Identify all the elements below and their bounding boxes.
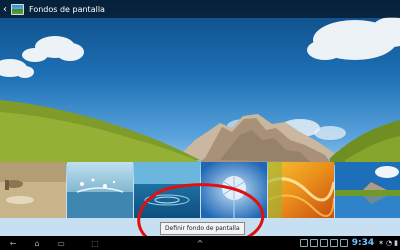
settings-icon: [319, 239, 328, 247]
action-bar-title: Fondos de pantalla: [29, 4, 105, 14]
up-arrow-icon[interactable]: ^: [193, 238, 207, 248]
thumb-water-ripple[interactable]: [134, 162, 200, 218]
mail-icon: [329, 239, 338, 247]
wallpaper-app-icon[interactable]: [11, 3, 24, 15]
home-icon[interactable]: ⌂: [30, 238, 44, 248]
action-bar: ‹ Fondos de pantalla: [0, 0, 400, 18]
download-icon: [339, 239, 348, 247]
recent-apps-icon[interactable]: ▭: [54, 238, 68, 248]
thumb-orange-abstract[interactable]: [268, 162, 334, 218]
set-wallpaper-tooltip[interactable]: Definir fondo de pantalla: [160, 222, 245, 235]
back-icon[interactable]: ←: [6, 238, 20, 248]
gallery-icon: [309, 239, 318, 247]
screenshot-icon[interactable]: ⬚: [88, 238, 102, 248]
system-bar: ← ⌂ ▭ ⬚ ^ 9:34 ✶ ◔ ▮: [0, 236, 400, 250]
status-area[interactable]: 9:34 ✶ ◔ ▮: [299, 236, 398, 250]
notification-icon: [299, 239, 308, 247]
wallpaper-thumbnail-strip[interactable]: [0, 162, 400, 218]
bluetooth-icon: ✶: [378, 239, 385, 247]
clock: 9:34: [351, 238, 375, 248]
thumb-sand[interactable]: [0, 162, 66, 218]
thumb-mountain-lake[interactable]: [335, 162, 400, 218]
chevron-left-icon[interactable]: ‹: [0, 0, 10, 18]
battery-icon: ▮: [394, 239, 398, 247]
thumb-water-splash[interactable]: [67, 162, 133, 218]
wifi-icon: ◔: [386, 239, 393, 247]
thumb-dandelion[interactable]: [201, 162, 267, 218]
